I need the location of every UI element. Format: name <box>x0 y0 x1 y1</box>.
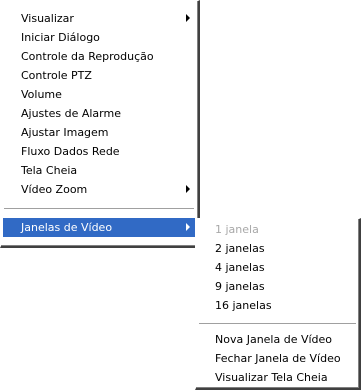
menu-item-visualizar[interactable]: Visualizar <box>3 9 196 28</box>
menu-item-volume[interactable]: Volume <box>3 85 196 104</box>
menu-item-controle-ptz[interactable]: Controle PTZ <box>3 66 196 85</box>
menu-item-fluxo-dados-rede[interactable]: Fluxo Dados Rede <box>3 142 196 161</box>
menu-item-iniciar-dialogo[interactable]: Iniciar Diálogo <box>3 28 196 47</box>
menu-item-ajustar-imagem[interactable]: Ajustar Imagem <box>3 123 196 142</box>
submenu-item-2-janelas[interactable]: 2 janelas <box>198 239 358 258</box>
submenu-item-1-janela: 1 janela <box>215 223 259 236</box>
submenu-item-16-janelas[interactable]: 16 janelas <box>198 296 358 315</box>
menu-item-controle-reproducao[interactable]: Controle da Reprodução <box>3 47 196 66</box>
menu-item-video-zoom[interactable]: Vídeo Zoom <box>3 180 196 199</box>
submenu-arrow-icon <box>186 14 190 22</box>
submenu-item-fechar-janela[interactable]: Fechar Janela de Vídeo <box>198 349 358 368</box>
menu-item-tela-cheia[interactable]: Tela Cheia <box>3 161 196 180</box>
menu-item-janelas-video[interactable]: Janelas de Vídeo <box>3 218 196 237</box>
submenu-janelas-video: 1 janela 2 janelas 4 janelas 9 janelas 1… <box>195 218 361 390</box>
submenu-item-nova-janela[interactable]: Nova Janela de Vídeo <box>198 330 358 349</box>
context-menu: Visualizar Iniciar Diálogo Controle da R… <box>0 0 200 248</box>
submenu-item-visualizar-tela-cheia[interactable]: Visualizar Tela Cheia <box>198 368 358 387</box>
menu-separator <box>4 208 194 210</box>
submenu-separator <box>199 323 356 325</box>
submenu-item-9-janelas[interactable]: 9 janelas <box>198 277 358 296</box>
submenu-arrow-icon <box>186 223 190 231</box>
submenu-arrow-icon <box>186 185 190 193</box>
submenu-item-4-janelas[interactable]: 4 janelas <box>198 258 358 277</box>
menu-item-ajustes-alarme[interactable]: Ajustes de Alarme <box>3 104 196 123</box>
